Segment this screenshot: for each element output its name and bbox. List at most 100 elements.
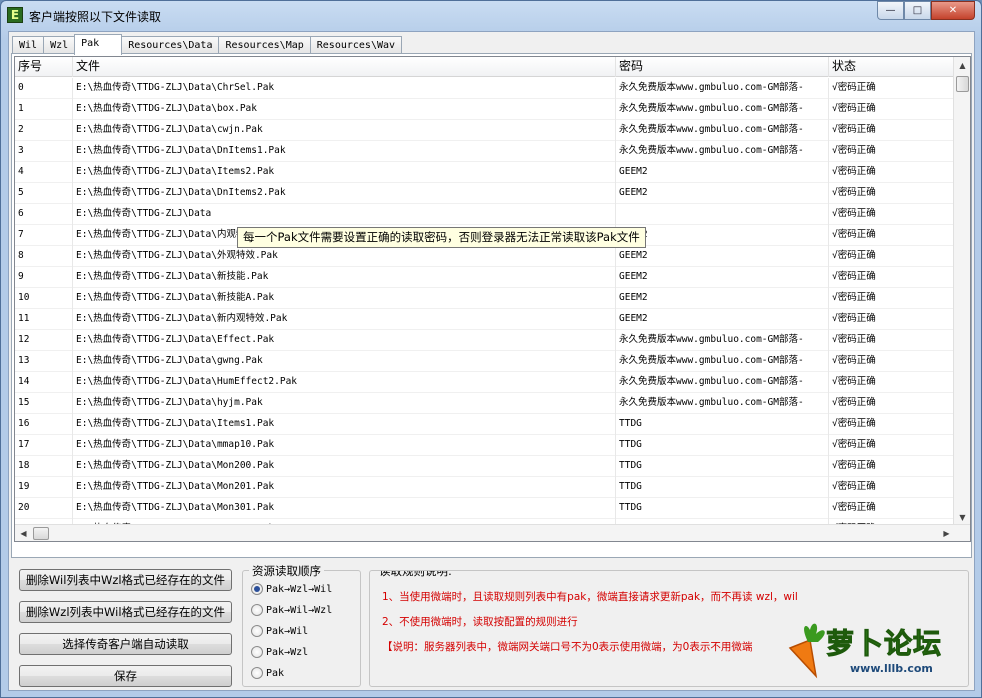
row-file-cell: E:\热血传奇\TTDG-ZLJ\Data\cwjn.Pak bbox=[73, 120, 616, 141]
tab-resources-wav[interactable]: Resources\Wav bbox=[309, 36, 403, 54]
rule-line-3: 【说明：服务器列表中，微端网关端口号不为0表示使用微端，为0表示不用微端 bbox=[382, 641, 753, 653]
table-row[interactable]: 2 E:\热血传奇\TTDG-ZLJ\Data\cwjn.Pak 永久免费版本www… bbox=[15, 120, 955, 141]
column-header-file[interactable]: 文件 bbox=[73, 57, 616, 77]
table-row[interactable]: 0 E:\热血传奇\TTDG-ZLJ\Data\ChrSel.Pak 永久免费版本w… bbox=[15, 78, 955, 99]
row-status-cell: √密码正确 bbox=[829, 351, 955, 372]
client-area: Wil Wzl Pak Resources\Data Resources\Map… bbox=[8, 31, 975, 691]
table-row[interactable]: 17 E:\热血传奇\TTDG-ZLJ\Data\mmap10.Pak TTDG √密… bbox=[15, 435, 955, 456]
radio-icon bbox=[251, 667, 263, 679]
tab-resources-data[interactable]: Resources\Data bbox=[121, 36, 220, 54]
rule-line-1: 1、当使用微端时，且读取规则列表中有pak，微端直接请求更新pak，而不再读 w… bbox=[382, 591, 798, 603]
row-password-cell: 永久免费版本www.gmbuluo.com-GM部落- bbox=[616, 372, 829, 393]
close-button[interactable]: ✕ bbox=[931, 1, 975, 20]
table-row[interactable]: 11 E:\热血传奇\TTDG-ZLJ\Data\新内观特效.Pak GEEM2 √密… bbox=[15, 309, 955, 330]
table-row[interactable]: 15 E:\热血传奇\TTDG-ZLJ\Data\hyjm.Pak 永久免费版本ww… bbox=[15, 393, 955, 414]
column-header-index[interactable]: 序号 bbox=[15, 57, 73, 77]
tab-panel-pak: 序号 文件 密码 状态 0 E:\热血传奇\TTDG-ZLJ\Data\ChrSe… bbox=[11, 53, 972, 558]
auto-read-client-button[interactable]: 选择传奇客户端自动读取 bbox=[19, 633, 232, 655]
row-status-cell: √密码正确 bbox=[829, 498, 955, 519]
row-status-cell: √密码正确 bbox=[829, 330, 955, 351]
row-password-cell: GEEM2 bbox=[616, 267, 829, 288]
row-index-cell: 2 bbox=[15, 120, 73, 141]
tab-wzl[interactable]: Wzl bbox=[43, 36, 76, 54]
vertical-scroll-thumb[interactable] bbox=[956, 76, 969, 92]
table-row[interactable]: 12 E:\热血传奇\TTDG-ZLJ\Data\Effect.Pak 永久免费版本… bbox=[15, 330, 955, 351]
scroll-up-icon[interactable]: ▲ bbox=[954, 57, 970, 74]
radio-icon bbox=[251, 646, 263, 658]
maximize-button[interactable]: □ bbox=[904, 1, 931, 20]
row-status-cell: √密码正确 bbox=[829, 288, 955, 309]
scroll-right-icon[interactable]: ▶ bbox=[938, 525, 955, 541]
delete-wil-duplicates-button[interactable]: 删除Wil列表中Wzl格式已经存在的文件 bbox=[19, 569, 232, 591]
table-row[interactable]: 9 E:\热血传奇\TTDG-ZLJ\Data\新技能.Pak GEEM2 √密码正确 bbox=[15, 267, 955, 288]
row-index-cell: 1 bbox=[15, 99, 73, 120]
read-rules-title: 读取规则说明: bbox=[376, 571, 455, 579]
table-row[interactable]: 1 E:\热血传奇\TTDG-ZLJ\Data\box.Pak 永久免费版本www.… bbox=[15, 99, 955, 120]
tab-resources-map[interactable]: Resources\Map bbox=[218, 36, 311, 54]
save-button[interactable]: 保存 bbox=[19, 665, 232, 687]
column-header-password[interactable]: 密码 bbox=[616, 57, 829, 77]
table-row[interactable]: 8 E:\热血传奇\TTDG-ZLJ\Data\外观特效.Pak GEEM2 √密码正… bbox=[15, 246, 955, 267]
row-status-cell: √密码正确 bbox=[829, 309, 955, 330]
row-password-cell: TTDG bbox=[616, 477, 829, 498]
table-row[interactable]: 3 E:\热血传奇\TTDG-ZLJ\Data\DnItems1.Pak 永久免费版… bbox=[15, 141, 955, 162]
row-file-cell: E:\热血传奇\TTDG-ZLJ\Data\DnItems2.Pak bbox=[73, 183, 616, 204]
row-status-cell: √密码正确 bbox=[829, 99, 955, 120]
tab-wil[interactable]: Wil bbox=[12, 36, 45, 54]
table-row[interactable]: 14 E:\热血传奇\TTDG-ZLJ\Data\HumEffect2.Pak 永久… bbox=[15, 372, 955, 393]
horizontal-scrollbar[interactable]: ◀ ▶ bbox=[15, 524, 970, 541]
table-header: 序号 文件 密码 状态 bbox=[15, 57, 955, 77]
row-password-cell: 永久免费版本www.gmbuluo.com-GM部落- bbox=[616, 351, 829, 372]
order-option-4[interactable]: Pak→Wzl bbox=[251, 644, 308, 660]
row-file-cell: E:\热血传奇\TTDG-ZLJ\Data\新技能.Pak bbox=[73, 267, 616, 288]
row-status-cell: √密码正确 bbox=[829, 225, 955, 246]
table-row[interactable]: 19 E:\热血传奇\TTDG-ZLJ\Data\Mon201.Pak TTDG √密… bbox=[15, 477, 955, 498]
table-row[interactable]: 10 E:\热血传奇\TTDG-ZLJ\Data\新技能A.Pak GEEM2 √密码… bbox=[15, 288, 955, 309]
table-row[interactable]: 13 E:\热血传奇\TTDG-ZLJ\Data\gwng.Pak 永久免费版本ww… bbox=[15, 351, 955, 372]
window-controls: — □ ✕ bbox=[877, 1, 975, 21]
column-header-status[interactable]: 状态 bbox=[829, 57, 955, 77]
file-table[interactable]: 序号 文件 密码 状态 0 E:\热血传奇\TTDG-ZLJ\Data\ChrSe… bbox=[14, 56, 971, 542]
table-row[interactable]: 6 E:\热血传奇\TTDG-ZLJ\Data √密码正确 bbox=[15, 204, 955, 225]
table-row[interactable]: 16 E:\热血传奇\TTDG-ZLJ\Data\Items1.Pak TTDG √密… bbox=[15, 414, 955, 435]
order-option-2[interactable]: Pak→Wil→Wzl bbox=[251, 602, 332, 618]
watermark-url: www.lllb.com bbox=[850, 662, 933, 675]
table-row[interactable]: 4 E:\热血传奇\TTDG-ZLJ\Data\Items2.Pak GEEM2 √密… bbox=[15, 162, 955, 183]
minimize-button[interactable]: — bbox=[877, 1, 904, 20]
row-index-cell: 17 bbox=[15, 435, 73, 456]
tab-pak[interactable]: Pak bbox=[74, 34, 123, 55]
row-index-cell: 11 bbox=[15, 309, 73, 330]
title-bar[interactable]: E 客户端按照以下文件读取 — □ ✕ bbox=[1, 1, 981, 31]
row-status-cell: √密码正确 bbox=[829, 141, 955, 162]
row-password-cell: GEEM2 bbox=[616, 183, 829, 204]
scroll-left-icon[interactable]: ◀ bbox=[15, 525, 32, 541]
delete-wzl-duplicates-button[interactable]: 删除Wzl列表中Wil格式已经存在的文件 bbox=[19, 601, 232, 623]
row-status-cell: √密码正确 bbox=[829, 162, 955, 183]
close-icon: ✕ bbox=[948, 5, 958, 16]
radio-icon bbox=[251, 604, 263, 616]
row-file-cell: E:\热血传奇\TTDG-ZLJ\Data\外观特效.Pak bbox=[73, 246, 616, 267]
row-password-cell: 永久免费版本www.gmbuluo.com-GM部落- bbox=[616, 393, 829, 414]
row-password-cell: GEEM2 bbox=[616, 246, 829, 267]
minimize-icon: — bbox=[885, 5, 896, 16]
table-row[interactable]: 18 E:\热血传奇\TTDG-ZLJ\Data\Mon200.Pak TTDG √密… bbox=[15, 456, 955, 477]
table-row[interactable]: 20 E:\热血传奇\TTDG-ZLJ\Data\Mon301.Pak TTDG √密… bbox=[15, 498, 955, 519]
read-order-group: 资源读取顺序 Pak→Wzl→Wil Pak→Wil→Wzl Pak→Wil P… bbox=[242, 563, 361, 687]
row-status-cell: √密码正确 bbox=[829, 204, 955, 225]
row-password-cell bbox=[616, 204, 829, 225]
row-index-cell: 3 bbox=[15, 141, 73, 162]
order-option-1[interactable]: Pak→Wzl→Wil bbox=[251, 581, 332, 597]
horizontal-scroll-thumb[interactable] bbox=[33, 527, 49, 540]
order-option-5[interactable]: Pak bbox=[251, 665, 284, 681]
row-status-cell: √密码正确 bbox=[829, 246, 955, 267]
tab-strip: Wil Wzl Pak Resources\Data Resources\Map… bbox=[12, 34, 403, 55]
rule-line-2: 2、不使用微端时，读取按配置的规则进行 bbox=[382, 616, 578, 628]
vertical-scrollbar[interactable]: ▲ ▼ bbox=[953, 57, 970, 526]
row-file-cell: E:\热血传奇\TTDG-ZLJ\Data\新内观特效.Pak bbox=[73, 309, 616, 330]
row-password-cell: GEEM2 bbox=[616, 162, 829, 183]
order-option-3[interactable]: Pak→Wil bbox=[251, 623, 308, 639]
row-index-cell: 7 bbox=[15, 225, 73, 246]
table-row[interactable]: 5 E:\热血传奇\TTDG-ZLJ\Data\DnItems2.Pak GEEM2… bbox=[15, 183, 955, 204]
row-index-cell: 0 bbox=[15, 78, 73, 99]
watermark-title: 萝卜论坛 bbox=[825, 627, 943, 661]
